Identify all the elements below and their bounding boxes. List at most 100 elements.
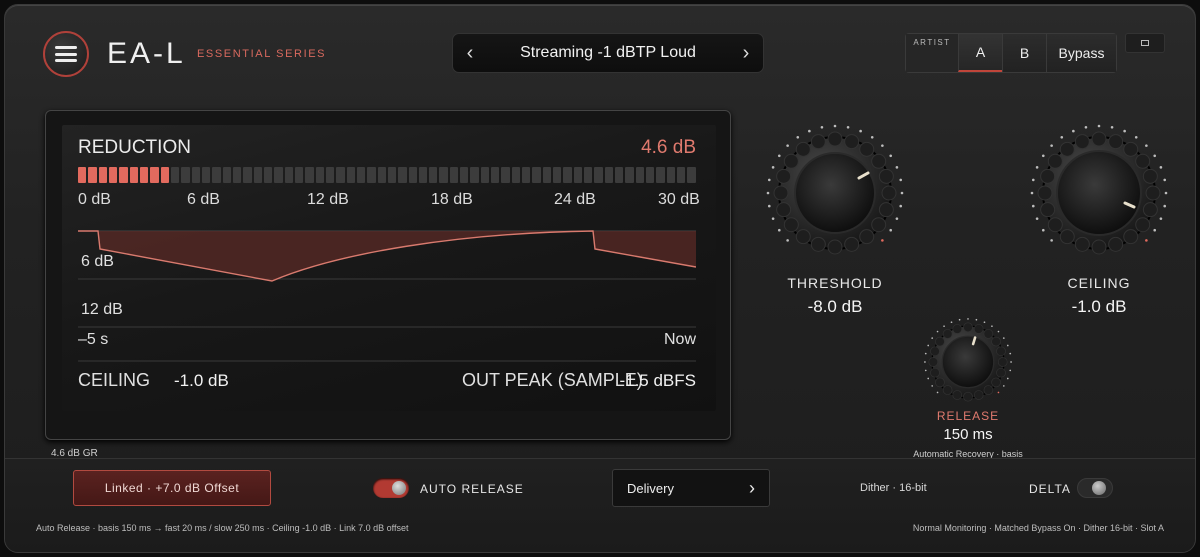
release-knob-graphic: [924, 318, 1012, 402]
ceiling-knob[interactable]: [1029, 123, 1169, 263]
chevron-right-icon: ›: [749, 477, 755, 498]
knob-tooth: [935, 377, 945, 388]
meter-segment: [429, 167, 438, 183]
graph-label-6db: 6 dB: [81, 253, 114, 270]
meter-segment: [191, 167, 200, 183]
artist-button[interactable]: ARTIST: [906, 34, 958, 72]
threshold-value[interactable]: -8.0 dB: [765, 297, 905, 317]
preset-name[interactable]: Streaming -1 dBTP Loud: [487, 44, 729, 62]
meter-segment: [139, 167, 149, 183]
menu-button[interactable]: [43, 31, 89, 77]
scale-dot: [895, 217, 899, 220]
auto-release-toggle[interactable]: [373, 478, 409, 498]
delivery-selector[interactable]: Delivery ›: [612, 469, 770, 507]
meter-segment: [108, 167, 118, 183]
gain-reduction-history-graph: 6 dB 12 dB –5 s Now: [78, 230, 696, 362]
scale-dot: [1084, 125, 1088, 129]
knob-tooth: [1074, 134, 1090, 150]
threshold-knob-graphic: [766, 124, 904, 255]
preset-next-button[interactable]: ›: [729, 42, 763, 65]
scale-dot: [936, 330, 939, 333]
meter-segment: [408, 167, 417, 183]
slot-a-button[interactable]: A: [958, 34, 1002, 72]
scale-dot: [927, 377, 930, 380]
knob-tooth: [810, 236, 826, 252]
link-offset-button[interactable]: Linked · +7.0 dB Offset: [73, 470, 271, 506]
meter-segment: [501, 167, 510, 183]
scale-dot: [1164, 191, 1168, 195]
dither-setting[interactable]: Dither · 16-bit: [860, 482, 927, 494]
reduction-display: REDUCTION 4.6 dB 0 dB 6 dB 12 dB 18 dB 2…: [45, 110, 731, 440]
graph-label-12db: 12 dB: [81, 301, 123, 318]
scale-dot: [1031, 204, 1035, 208]
release-value[interactable]: 150 ms: [905, 426, 1031, 443]
knob-tooth: [1135, 217, 1151, 233]
knob-tooth: [1047, 153, 1063, 169]
release-knob[interactable]: [923, 317, 1013, 407]
scale-dot: [927, 344, 930, 347]
series-label: ESSENTIAL SERIES: [197, 48, 327, 60]
preset-prev-button[interactable]: ‹: [453, 42, 487, 65]
scale-dot: [881, 144, 884, 147]
scale-dot: [1009, 369, 1012, 372]
meter-segment: [666, 167, 676, 183]
knob-tooth: [930, 367, 940, 378]
scale-tick: 18 dB: [431, 191, 473, 208]
time-left-label: –5 s: [78, 331, 108, 348]
scale-dot: [859, 129, 862, 133]
meter-segment: [336, 167, 345, 183]
knob-tooth: [810, 134, 826, 150]
scale-dot: [1009, 352, 1012, 355]
knob-tooth: [844, 236, 860, 252]
knob-tooth: [1108, 236, 1124, 252]
scale-tick: 30 dB: [658, 191, 700, 208]
out-peak-label: OUT PEAK (SAMPLE): [462, 370, 643, 390]
scale-dot: [870, 135, 874, 139]
delta-toggle[interactable]: [1077, 478, 1113, 498]
scale-dot: [771, 166, 775, 169]
knob-tooth: [952, 390, 963, 400]
knob-tooth: [776, 202, 792, 218]
threshold-knob[interactable]: [765, 123, 905, 263]
toggle-thumb: [392, 481, 406, 495]
scale-dot: [997, 391, 1000, 394]
scale-dot: [767, 204, 771, 208]
knob-tooth: [935, 336, 945, 347]
slot-b-button[interactable]: B: [1002, 34, 1046, 72]
knob-tooth: [991, 377, 1001, 388]
knob-tooth: [942, 385, 953, 395]
scale-dot: [1050, 144, 1053, 147]
knob-tooth: [1040, 168, 1056, 184]
knob-tooth: [1142, 168, 1158, 184]
meter-segment: [532, 167, 541, 183]
knob-tooth: [1074, 236, 1090, 252]
expand-button[interactable]: [1125, 33, 1165, 53]
knob-tooth: [1145, 185, 1161, 201]
meter-segment: [98, 167, 107, 183]
scale-dot: [1159, 217, 1163, 220]
meter-segment: [635, 167, 645, 183]
scale-dot: [767, 178, 771, 182]
knob-tooth: [1040, 202, 1056, 218]
scale-dot: [899, 204, 903, 208]
meter-segment: [88, 167, 97, 183]
ceiling-knob-value[interactable]: -1.0 dB: [1029, 297, 1169, 317]
meter-segment: [160, 167, 169, 183]
knob-tooth: [983, 329, 994, 339]
preset-selector[interactable]: ‹ Streaming -1 dBTP Loud ›: [452, 33, 764, 73]
release-label: RELEASE: [936, 409, 1000, 423]
knob-tooth: [827, 131, 843, 147]
knob-tooth: [1091, 239, 1107, 255]
knob-tooth: [952, 324, 963, 334]
ceiling-knob-graphic: [1030, 124, 1168, 255]
meter-segment: [274, 167, 283, 183]
meter-segment: [325, 167, 335, 183]
scale-dot: [950, 321, 953, 324]
knob-tooth: [983, 385, 994, 395]
meter-segment: [129, 167, 138, 183]
scale-dot: [1072, 129, 1075, 133]
scale-tick: 6 dB: [187, 191, 220, 208]
meter-segment: [418, 167, 428, 183]
bypass-button[interactable]: Bypass: [1046, 34, 1116, 72]
meter-segment: [449, 167, 459, 183]
